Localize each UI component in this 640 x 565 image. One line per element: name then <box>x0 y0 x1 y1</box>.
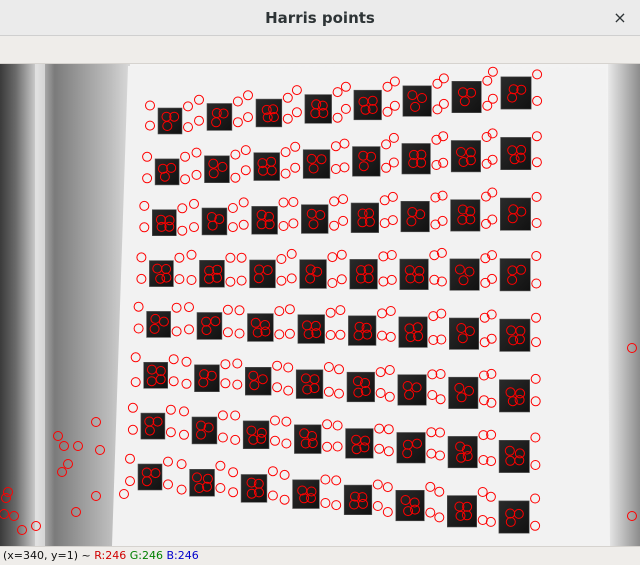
checkerboard-square <box>499 258 531 292</box>
checkerboard-square <box>196 312 223 340</box>
checkerboard-square <box>295 369 324 399</box>
checkerboard-square <box>204 155 230 184</box>
photo-left-highlight <box>35 64 45 546</box>
photo-left-edge <box>0 64 130 546</box>
checkerboard-square <box>398 316 428 348</box>
checkerboard-square <box>247 313 274 342</box>
checkerboard-square <box>499 379 530 413</box>
checkerboard-square <box>498 500 530 534</box>
checkerboard-square <box>397 374 427 406</box>
toolbar-area <box>0 36 640 64</box>
checkerboard-square <box>353 89 382 121</box>
status-green-value: G:246 <box>129 549 163 562</box>
checkerboard-square <box>450 140 481 173</box>
checkerboard-square <box>346 371 375 403</box>
checkerboard-square <box>143 361 168 389</box>
checkerboard-square <box>301 204 329 234</box>
checkerboard-square <box>191 416 218 445</box>
checkerboard-square <box>399 258 429 290</box>
checkerboard-square <box>498 439 530 473</box>
checkerboard-square <box>304 94 332 124</box>
checkerboard-square <box>395 489 425 522</box>
checkerboard-square <box>242 420 270 449</box>
checkerboard-square <box>251 206 278 235</box>
window-title: Harris points <box>265 9 375 27</box>
checkerboard-square <box>253 152 280 181</box>
checkerboard-square <box>352 146 381 177</box>
checkerboard-square <box>302 149 331 179</box>
checkerboard-square <box>499 318 531 352</box>
checkerboard-square <box>449 258 480 291</box>
image-canvas[interactable] <box>0 64 640 546</box>
status-coordinates: (x=340, y=1) ~ <box>3 549 91 562</box>
checkerboard-square <box>402 85 432 117</box>
status-bar: (x=340, y=1) ~ R:246 G:246 B:246 <box>0 546 640 565</box>
checkerboard-square <box>249 259 276 289</box>
checkerboard-square <box>400 201 430 233</box>
checkerboard-square <box>140 412 166 440</box>
calibration-board <box>112 66 610 546</box>
status-blue-value: B:246 <box>166 549 199 562</box>
checkerboard-square <box>450 199 481 232</box>
title-bar: Harris points × <box>0 0 640 36</box>
checkerboard-square <box>297 314 325 344</box>
status-red-value: R:246 <box>94 549 127 562</box>
close-icon[interactable]: × <box>610 8 630 28</box>
photo-right-edge <box>608 64 640 546</box>
